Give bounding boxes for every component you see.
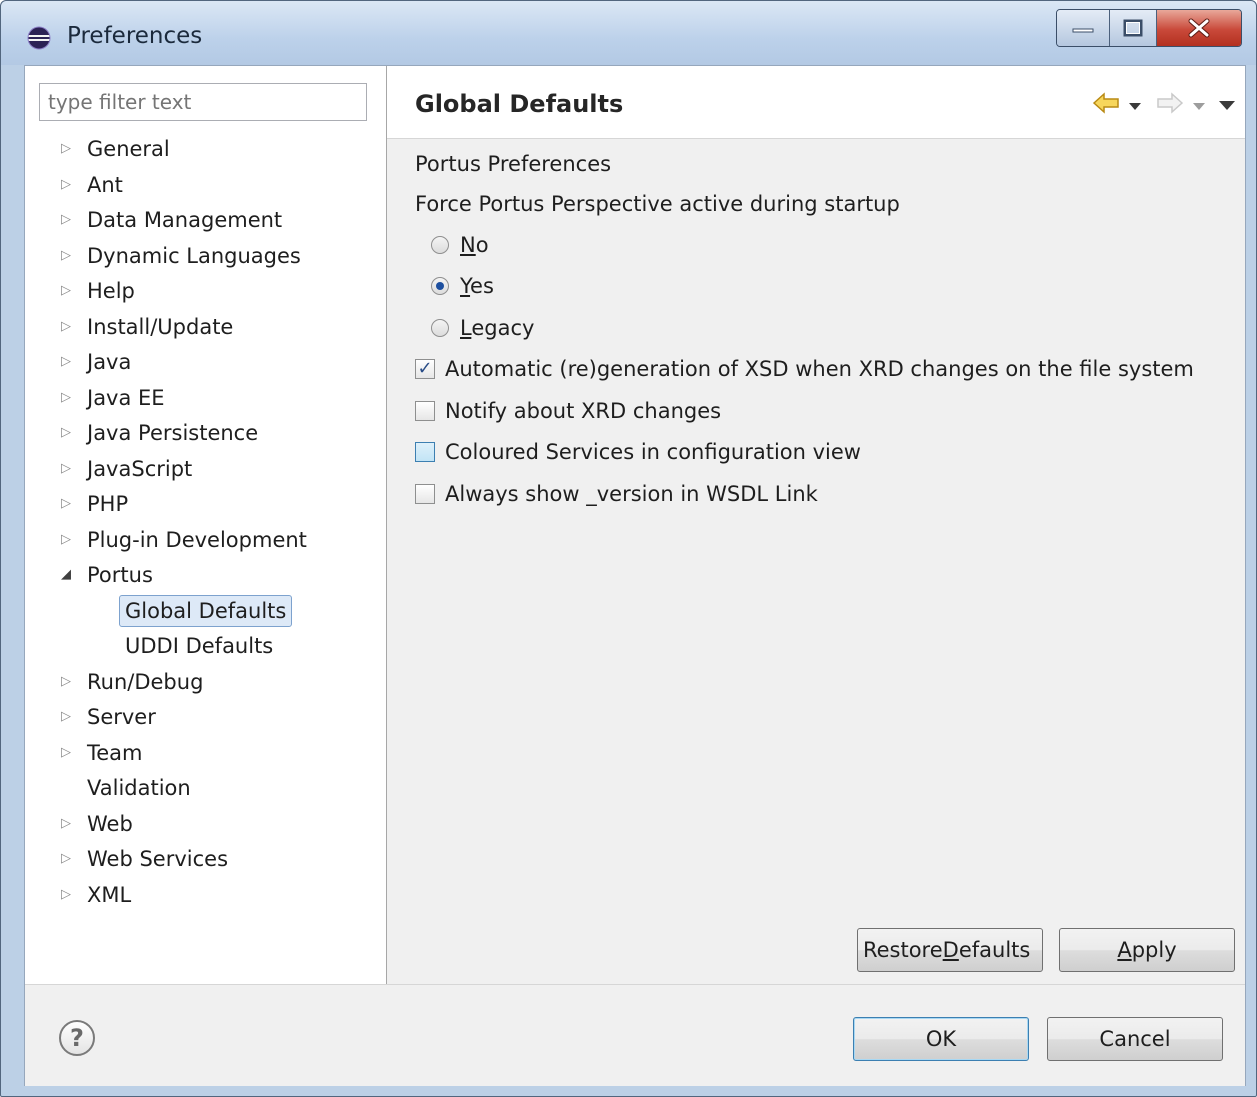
back-arrow-icon[interactable]: [1091, 91, 1121, 119]
tree-item-label: Ant: [87, 173, 123, 197]
checkbox-box[interactable]: [415, 401, 435, 421]
expand-arrow-icon[interactable]: ▷: [61, 142, 75, 156]
section-label: Portus Preferences: [415, 152, 612, 176]
page-title: Global Defaults: [415, 90, 624, 118]
expand-arrow-icon[interactable]: ▷: [61, 675, 75, 689]
expand-arrow-icon[interactable]: ▷: [61, 497, 75, 511]
checkbox-auto-xsd-generation[interactable]: ✓ Automatic (re)generation of XSD when X…: [415, 354, 1194, 384]
maximize-button[interactable]: [1110, 10, 1157, 46]
radio-button[interactable]: [431, 319, 449, 337]
radio-no[interactable]: No: [431, 230, 489, 260]
radio-label: Legacy: [460, 316, 535, 340]
preference-page: Global Defaults Portus Preferences Force…: [387, 66, 1245, 984]
expand-arrow-icon[interactable]: ▷: [61, 710, 75, 724]
tree-item-label: Help: [87, 279, 135, 303]
tree-item-label: XML: [87, 883, 132, 907]
tree-item-label: Team: [87, 741, 143, 765]
dialog-client-area: ▷ General ▷ Ant ▷ Data Management ▷ Dynamic …: [24, 65, 1246, 1086]
checkbox-label: Coloured Services in configuration view: [445, 440, 861, 464]
expand-arrow-icon[interactable]: ▷: [61, 888, 75, 902]
expand-arrow-icon[interactable]: ▷: [61, 746, 75, 760]
tree-item-label: Data Management: [87, 208, 283, 232]
forward-arrow-icon: [1155, 91, 1185, 119]
tree-item-label: General: [87, 137, 170, 161]
radio-button[interactable]: [431, 277, 449, 295]
expand-arrow-icon[interactable]: ▷: [61, 355, 75, 369]
preference-navigation-pane: ▷ General ▷ Ant ▷ Data Management ▷ Dynamic …: [25, 66, 387, 984]
filter-input[interactable]: [39, 83, 367, 121]
checkbox-box[interactable]: [415, 442, 435, 462]
minimize-button[interactable]: [1057, 10, 1110, 46]
close-icon: [1188, 18, 1210, 38]
help-icon[interactable]: ?: [59, 1020, 95, 1056]
tree-item-label: Java EE: [87, 386, 165, 410]
expand-arrow-icon[interactable]: ▷: [61, 533, 75, 547]
collapse-arrow-icon[interactable]: ◢: [61, 568, 75, 582]
tree-item-label: UDDI Defaults: [125, 634, 274, 658]
tree-item-label: Plug-in Development: [87, 528, 307, 552]
expand-arrow-icon[interactable]: ▷: [61, 284, 75, 298]
expand-arrow-icon[interactable]: ▷: [61, 178, 75, 192]
tree-item-label: Java Persistence: [87, 421, 259, 445]
maximize-icon: [1123, 19, 1143, 37]
dialog-button-bar: ? OK Cancel: [25, 984, 1245, 1086]
expand-arrow-icon[interactable]: ▷: [61, 320, 75, 334]
tree-item-label: Java: [87, 350, 132, 374]
minimize-icon: [1072, 28, 1094, 33]
checkbox-label: Automatic (re)generation of XSD when XRD…: [445, 357, 1194, 381]
window-title: Preferences: [67, 23, 203, 49]
radio-legacy[interactable]: Legacy: [431, 313, 534, 343]
eclipse-icon: [27, 26, 51, 50]
forward-menu-chevron-down-icon: [1193, 96, 1205, 115]
radio-yes[interactable]: Yes: [431, 271, 494, 301]
title-bar[interactable]: Preferences: [1, 1, 1256, 65]
checkbox-box[interactable]: ✓: [415, 359, 435, 379]
expand-arrow-icon[interactable]: ▷: [61, 852, 75, 866]
tree-item-label: Server: [87, 705, 156, 729]
preferences-window: Preferences ▷ General ▷ Ant ▷ Data Manageme…: [0, 0, 1257, 1097]
ok-button[interactable]: OK: [853, 1017, 1029, 1061]
tree-item-label: Validation: [87, 776, 191, 800]
tree-item-label: PHP: [87, 492, 129, 516]
back-menu-chevron-down-icon[interactable]: [1129, 96, 1141, 115]
perspective-group-label: Force Portus Perspective active during s…: [415, 192, 900, 216]
cancel-button[interactable]: Cancel: [1047, 1017, 1223, 1061]
checkbox-notify-xrd-changes[interactable]: Notify about XRD changes: [415, 396, 721, 426]
checkbox-label: Notify about XRD changes: [445, 399, 722, 423]
tree-item-label: JavaScript: [87, 457, 193, 481]
checkbox-coloured-services[interactable]: Coloured Services in configuration view: [415, 437, 861, 467]
tree-item-label: Web: [87, 812, 133, 836]
window-controls: [1056, 9, 1242, 47]
expand-arrow-icon[interactable]: ▷: [61, 426, 75, 440]
tree-item-label: Global Defaults: [119, 595, 293, 627]
checkbox-label: Always show _version in WSDL Link: [445, 482, 818, 506]
tree-item-label: Portus: [87, 563, 153, 587]
expand-arrow-icon[interactable]: ▷: [61, 213, 75, 227]
tree-item-label: Web Services: [87, 847, 229, 871]
expand-arrow-icon[interactable]: ▷: [61, 249, 75, 263]
tree-item-label: Run/Debug: [87, 670, 204, 694]
radio-button[interactable]: [431, 236, 449, 254]
radio-label: No: [460, 233, 489, 257]
history-navigation: [1091, 92, 1235, 118]
tree-item-label: Dynamic Languages: [87, 244, 301, 268]
apply-button[interactable]: Apply: [1059, 928, 1235, 972]
checkbox-box[interactable]: [415, 484, 435, 504]
expand-arrow-icon[interactable]: ▷: [61, 391, 75, 405]
restore-defaults-button[interactable]: Restore Defaults: [857, 928, 1043, 972]
checkbox-always-show-version[interactable]: Always show _version in WSDL Link: [415, 479, 818, 509]
tree-item-label: Install/Update: [87, 315, 234, 339]
close-button[interactable]: [1157, 10, 1241, 46]
expand-arrow-icon[interactable]: ▷: [61, 462, 75, 476]
expand-arrow-icon[interactable]: ▷: [61, 817, 75, 831]
radio-label: Yes: [460, 274, 494, 298]
view-menu-chevron-down-icon[interactable]: [1219, 96, 1235, 115]
page-header: Global Defaults: [387, 66, 1245, 139]
